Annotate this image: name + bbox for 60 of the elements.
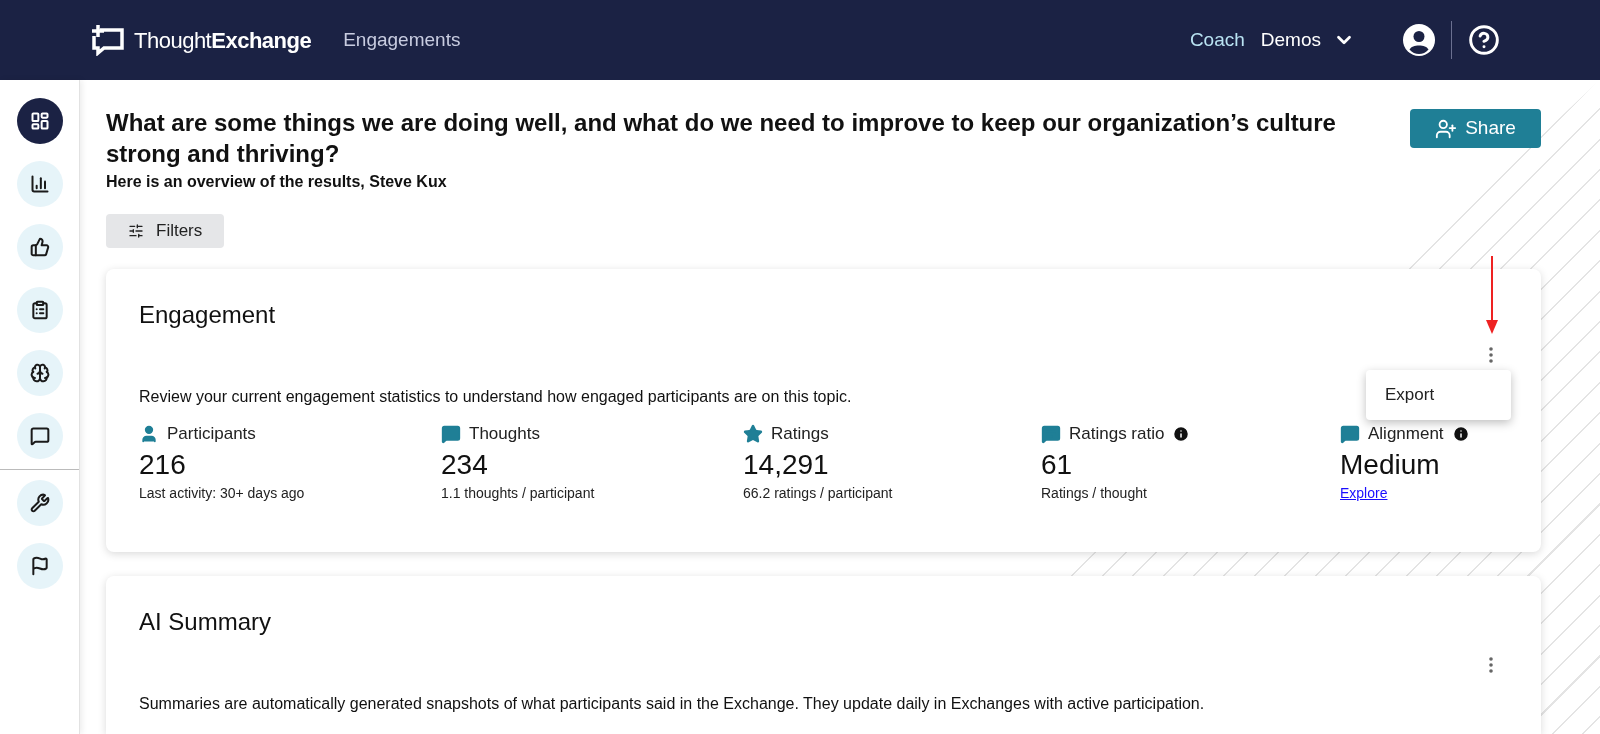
person-icon xyxy=(139,423,159,444)
help-icon[interactable] xyxy=(1468,24,1500,56)
stat-value: 216 xyxy=(139,447,187,482)
add-user-icon xyxy=(1435,117,1458,140)
org-dropdown[interactable]: Demos xyxy=(1260,25,1355,55)
bar-chart-icon xyxy=(29,174,50,194)
more-icon xyxy=(1489,657,1493,673)
user-icon[interactable] xyxy=(1403,24,1435,56)
page-subtitle: Here is an overview of the results, Steve Kux xyxy=(106,172,448,192)
sidebar-item[interactable] xyxy=(16,98,63,144)
stat-value: 61 xyxy=(1041,447,1074,482)
sidebar-item[interactable] xyxy=(16,543,63,589)
coach-link[interactable]: Coach xyxy=(1189,25,1245,55)
bubbles-icon xyxy=(1340,423,1360,444)
stat-value: Medium xyxy=(1340,447,1441,482)
nav-link[interactable]: Engagements xyxy=(343,25,461,55)
page-title: What are some things we are doing well, and what do we need to improve to keep our organization’s culture strong and thriving? xyxy=(106,108,1337,169)
sliders-icon xyxy=(128,223,144,239)
stat-value: 234 xyxy=(441,447,489,482)
card-title: AI Summary xyxy=(139,607,273,637)
more-icon xyxy=(1489,347,1493,363)
sidebar-item[interactable] xyxy=(16,350,63,396)
card-description: Review your current engagement statistics to understand how engaged participants are on this topic. xyxy=(139,387,852,407)
stat-label: Alignment xyxy=(1368,423,1444,445)
clipboard-icon xyxy=(29,300,50,320)
explore-link[interactable]: Explore xyxy=(1340,482,1388,504)
wrench-icon xyxy=(29,493,50,513)
sidebar-item[interactable] xyxy=(16,224,63,270)
thumbs-icon xyxy=(29,237,50,257)
filters-button[interactable]: Filters xyxy=(106,214,225,248)
stat-value: 14,291 xyxy=(743,447,830,482)
info-icon[interactable] xyxy=(1172,424,1191,443)
logo-text: ThoughtExchange xyxy=(134,26,312,55)
star-icon xyxy=(743,423,763,444)
sidebar-item[interactable] xyxy=(16,161,63,207)
more-options-button[interactable] xyxy=(1487,346,1495,364)
rated-bubble-icon xyxy=(1041,423,1061,444)
stat-label: Ratings xyxy=(771,423,829,445)
stat-label: Participants xyxy=(167,423,256,445)
sidebar-item[interactable] xyxy=(16,287,63,333)
stat-note: Ratings / thought xyxy=(1041,483,1148,503)
info-icon[interactable] xyxy=(1451,424,1470,443)
sidebar-item[interactable] xyxy=(16,480,63,526)
stat-label: Ratings ratio xyxy=(1069,423,1165,445)
stat-note: 66.2 ratings / participant xyxy=(743,483,894,503)
logo-icon xyxy=(90,24,126,56)
card-title: Engagement xyxy=(139,300,277,330)
flag-icon xyxy=(29,556,50,576)
chat-icon xyxy=(29,426,50,446)
more-options-button[interactable] xyxy=(1487,656,1495,674)
stat-label: Thoughts xyxy=(469,423,540,445)
card-description: Summaries are automatically generated snapshots of what participants said in the Exchange. They update daily in Exchanges with active participation. xyxy=(139,694,1206,714)
stat-note: 1.1 thoughts / participant xyxy=(441,483,596,503)
dashboard-icon xyxy=(29,111,50,131)
sidebar-item[interactable] xyxy=(16,413,63,459)
share-button[interactable]: Share xyxy=(1410,109,1541,148)
stat-note: Last activity: 30+ days ago xyxy=(139,483,306,503)
head-icon xyxy=(29,363,50,383)
speech-bubble-icon xyxy=(441,423,461,444)
menu-item[interactable]: Export xyxy=(1366,379,1511,411)
